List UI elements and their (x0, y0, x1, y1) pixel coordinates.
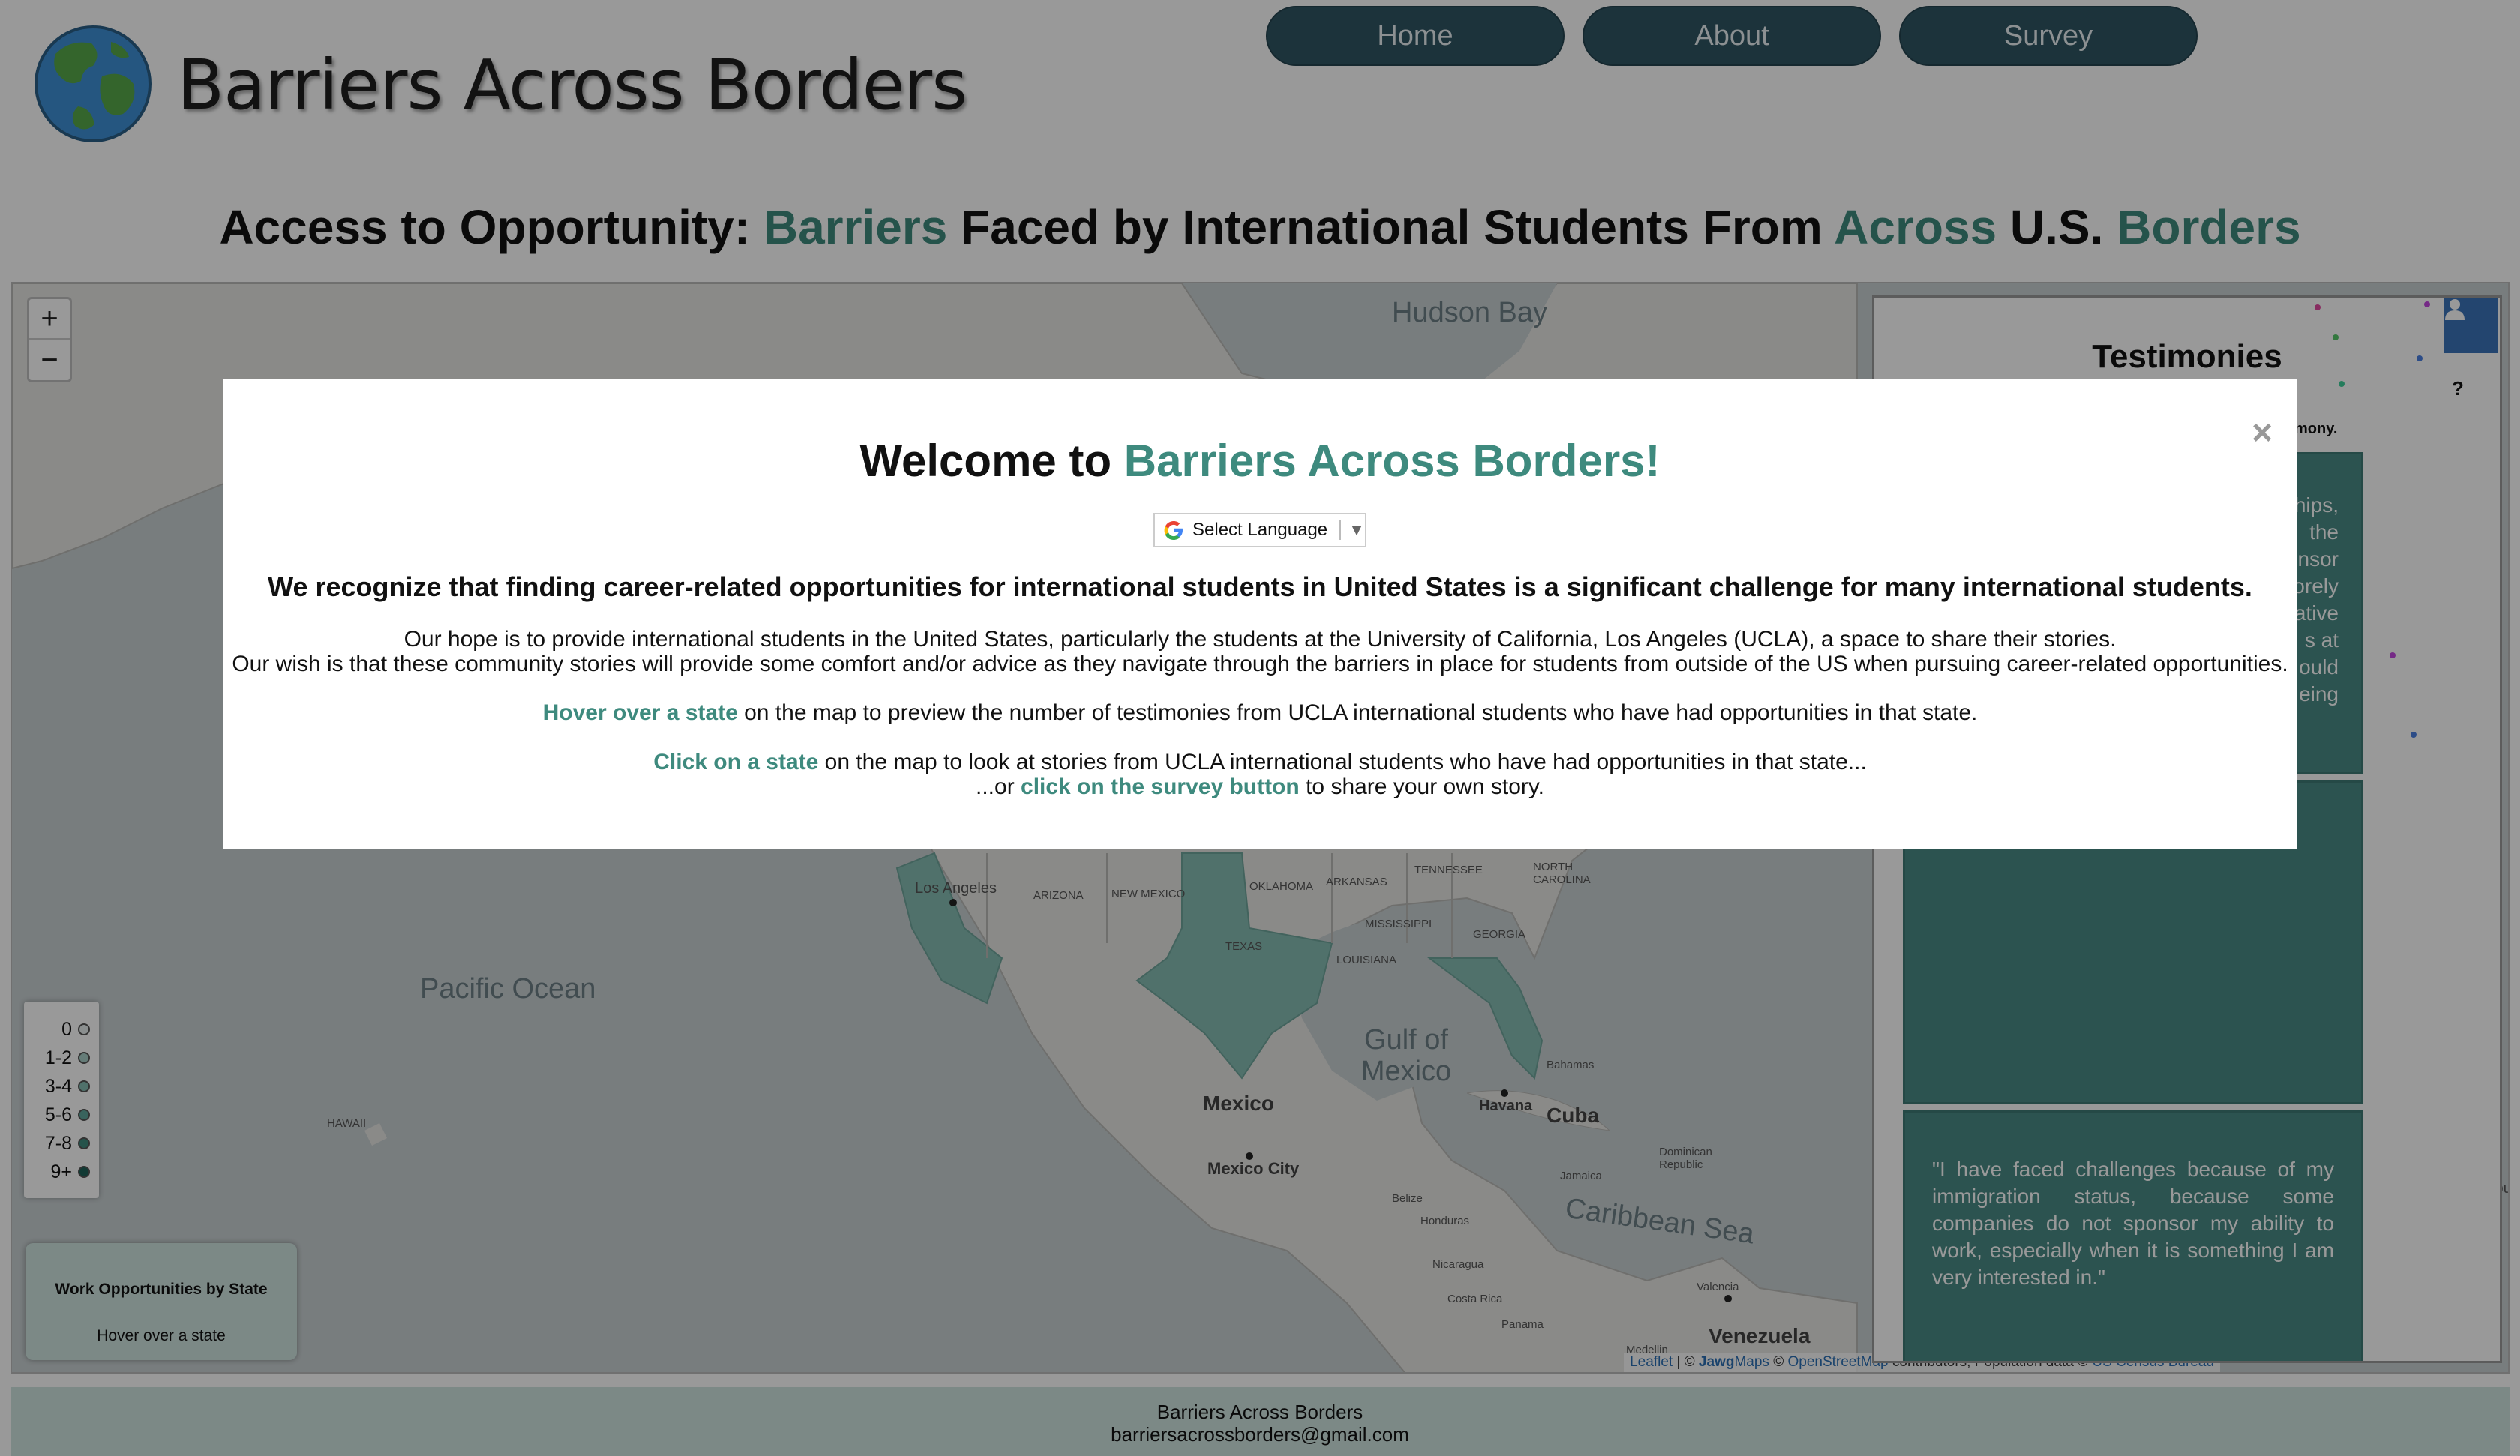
modal-title-plain: Welcome to (860, 436, 1124, 486)
welcome-modal: × Welcome to Barriers Across Borders! Se… (224, 379, 2296, 849)
click-instruction-text: on the map to look at stories from UCLA … (818, 750, 1867, 774)
modal-click-instruction: Click on a state on the map to look at s… (224, 750, 2296, 774)
chevron-down-icon: ▼ (1340, 520, 1365, 540)
language-select[interactable]: Select Language ▼ (1154, 513, 1366, 547)
modal-title-accent: Barriers Across Borders! (1124, 436, 1660, 486)
modal-lead: We recognize that finding career-related… (268, 571, 2252, 602)
survey-button-link[interactable]: click on the survey button (1021, 774, 1300, 799)
modal-title: Welcome to Barriers Across Borders! (224, 435, 2296, 487)
modal-hope: Our hope is to provide international stu… (404, 627, 2116, 652)
hover-state-link: Hover over a state (542, 700, 738, 725)
google-icon (1164, 521, 1183, 540)
language-select-label: Select Language (1192, 520, 1328, 540)
survey-instruction-prefix: ...or (976, 774, 1022, 799)
survey-instruction-text: to share your own story. (1299, 774, 1544, 799)
modal-hover-instruction: Hover over a state on the map to preview… (224, 700, 2296, 725)
click-state-link: Click on a state (653, 750, 819, 774)
modal-survey-instruction: ...or click on the survey button to shar… (224, 774, 2296, 799)
modal-wish: Our wish is that these community stories… (232, 652, 2288, 676)
hover-instruction-text: on the map to preview the number of test… (737, 700, 1978, 725)
